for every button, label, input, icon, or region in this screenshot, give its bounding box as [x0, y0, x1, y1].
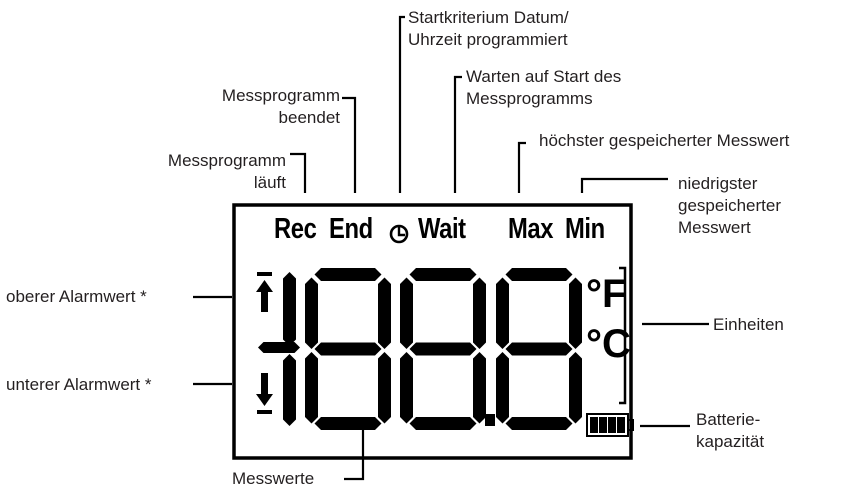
digit-2-segment-a	[314, 268, 382, 281]
digit-1-upper-segment	[283, 272, 296, 346]
indicator-wait: Wait	[418, 213, 466, 245]
digit-4-segment-d	[505, 417, 573, 430]
digit-4-segment-f	[496, 277, 509, 349]
digit-3-segment-e	[400, 352, 413, 424]
digit-2-segment-f	[305, 277, 318, 349]
leader-readings	[344, 425, 365, 481]
arrow-down-icon	[256, 373, 273, 414]
digit-3-segment-g	[409, 342, 477, 356]
digit-4-segment-b	[569, 277, 582, 349]
clock-icon	[389, 224, 409, 244]
unit-fahrenheit: °F	[586, 272, 627, 316]
digit-2-segment-e	[305, 352, 318, 424]
unit-celsius: °C	[586, 322, 631, 366]
leader-min	[580, 177, 668, 193]
leader-program-running	[290, 152, 307, 193]
lcd-diagram	[193, 15, 709, 481]
digit-3-segment-d	[409, 417, 477, 430]
indicator-min: Min	[565, 213, 605, 245]
leader-start-criterion	[398, 15, 405, 193]
digit-3-segment-a	[409, 268, 477, 281]
digit-3-segment-f	[400, 277, 413, 349]
digit-3-segment-c	[473, 352, 486, 424]
leader-waiting	[453, 75, 462, 193]
indicator-end: End	[329, 213, 373, 245]
arrow-up-icon	[256, 272, 273, 312]
minus-sign-segment	[258, 342, 300, 353]
leader-max	[517, 141, 526, 193]
leader-program-ended	[342, 96, 357, 193]
digit-4-segment-a	[505, 268, 573, 281]
decimal-point	[485, 414, 495, 426]
digit-2-segment-c	[378, 352, 391, 424]
digit-2-segment-b	[378, 277, 391, 349]
battery-icon	[586, 413, 634, 437]
digit-2-segment-d	[314, 417, 382, 430]
digit-4-segment-e	[496, 352, 509, 424]
indicator-max: Max	[508, 213, 554, 245]
digit-4-segment-c	[569, 352, 582, 424]
digit-4-segment-g	[505, 342, 573, 356]
digit-1-lower-segment	[283, 354, 296, 426]
measurement-digits	[258, 268, 582, 430]
digit-3-segment-b	[473, 277, 486, 349]
digit-2-segment-g	[314, 342, 382, 356]
indicator-rec: Rec	[274, 213, 317, 245]
